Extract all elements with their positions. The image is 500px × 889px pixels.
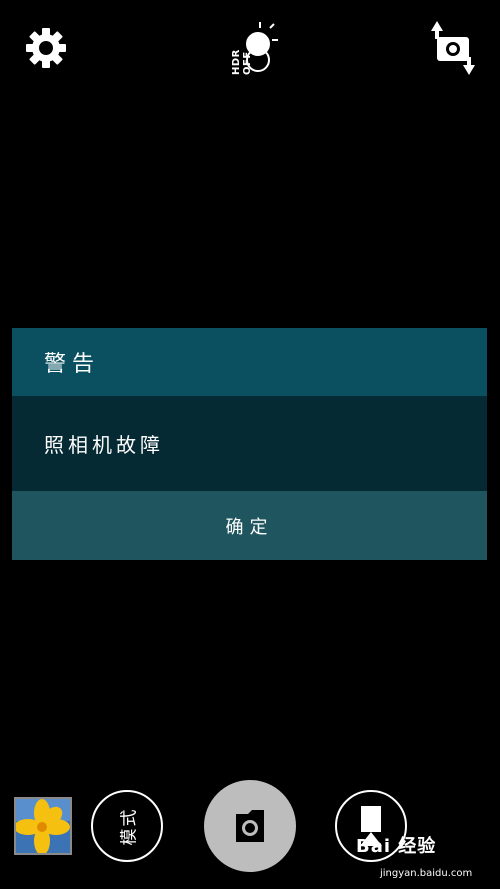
warning-dialog: 警告 照相机故障 确定 bbox=[12, 328, 487, 560]
hdr-icon bbox=[246, 22, 278, 72]
camera-shutter-icon bbox=[236, 810, 264, 842]
shutter-button[interactable] bbox=[204, 780, 296, 872]
switch-camera-icon bbox=[431, 21, 475, 75]
flower-image-icon bbox=[16, 799, 70, 853]
settings-button[interactable] bbox=[22, 24, 70, 72]
baidu-watermark: Bai 经验 jingyan.baidu.com bbox=[356, 832, 500, 884]
gallery-thumbnail[interactable] bbox=[14, 797, 72, 855]
dialog-message: 照相机故障 bbox=[12, 396, 487, 491]
switch-camera-button[interactable] bbox=[428, 18, 478, 78]
top-bar: HDR OFF bbox=[0, 0, 500, 90]
gear-icon bbox=[26, 28, 66, 68]
ok-button[interactable]: 确定 bbox=[12, 491, 487, 560]
watermark-url: jingyan.baidu.com bbox=[380, 868, 473, 879]
watermark-brand: Bai 经验 bbox=[356, 836, 437, 857]
mode-button[interactable]: 模式 bbox=[91, 790, 163, 862]
mode-label: 模式 bbox=[119, 807, 140, 845]
hdr-toggle[interactable]: HDR OFF bbox=[224, 18, 280, 78]
dialog-title: 警告 bbox=[12, 328, 487, 396]
